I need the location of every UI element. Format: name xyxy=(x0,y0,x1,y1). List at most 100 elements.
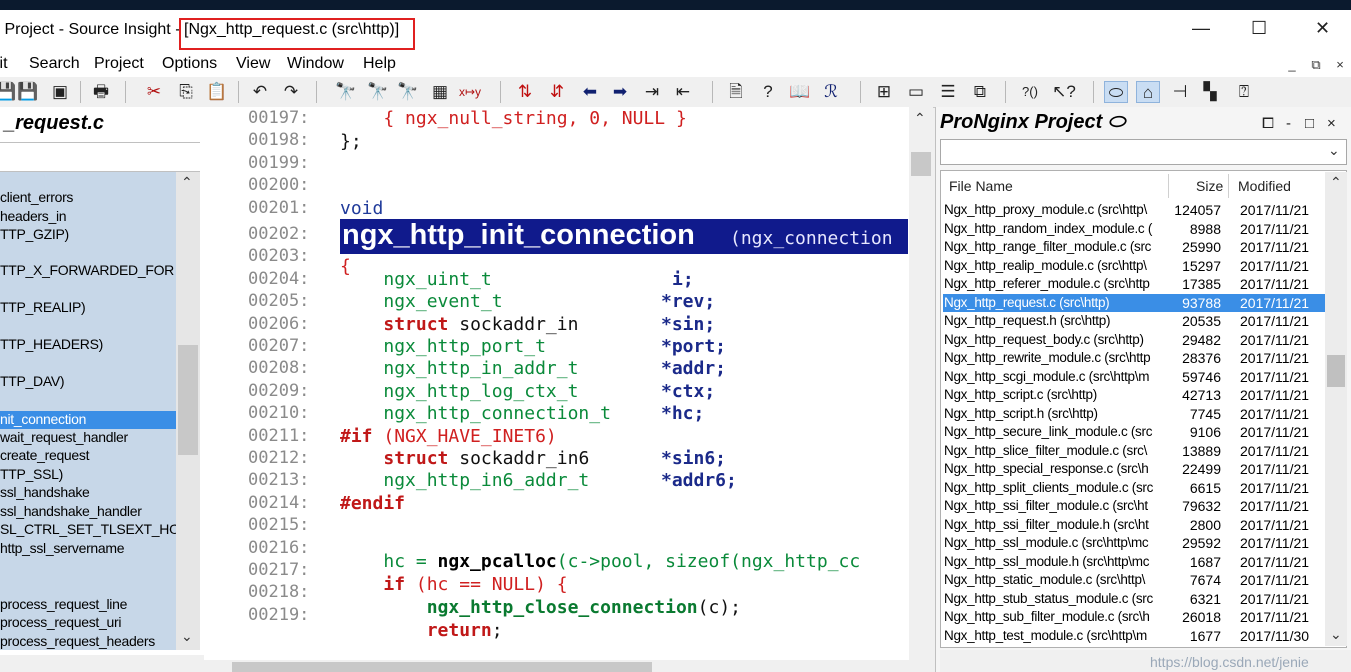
file-row-date[interactable]: 2017/11/21 xyxy=(1240,350,1309,366)
file-row-name[interactable]: Ngx_http_stub_status_module.c (src xyxy=(944,591,1168,606)
file-row-date[interactable]: 2017/11/21 xyxy=(1240,332,1309,348)
file-row-date[interactable]: 2017/11/21 xyxy=(1240,517,1309,533)
help-pointer-icon[interactable]: ↖? xyxy=(1052,81,1076,103)
file-row-size[interactable]: 13889 xyxy=(1168,443,1221,459)
file-row-size[interactable]: 42713 xyxy=(1168,387,1221,403)
close-button[interactable]: ✕ xyxy=(1315,18,1330,39)
file-row-date[interactable]: 2017/11/21 xyxy=(1240,239,1309,255)
paste-icon[interactable]: 📋 xyxy=(205,81,229,103)
mdi-minimize-button[interactable]: _ xyxy=(1282,55,1302,75)
column-size[interactable]: Size xyxy=(1196,178,1223,194)
file-row-date[interactable]: 2017/11/21 xyxy=(1240,369,1309,385)
file-row-size[interactable]: 1677 xyxy=(1168,628,1221,644)
file-row-name[interactable]: Ngx_http_sub_filter_module.c (src\h xyxy=(944,609,1168,624)
symbol-list-item[interactable]: process_request_line xyxy=(0,596,127,612)
save-all-icon[interactable]: 💾 xyxy=(16,81,40,103)
pane-minimize-button[interactable]: - xyxy=(1286,115,1291,132)
file-row-date[interactable]: 2017/11/21 xyxy=(1240,424,1309,440)
file-row-date[interactable]: 2017/11/21 xyxy=(1240,461,1309,477)
redo-icon[interactable]: ↷ xyxy=(279,81,303,103)
code-scroll-thumb[interactable] xyxy=(911,152,931,176)
file-row-date[interactable]: 2017/11/21 xyxy=(1240,535,1309,551)
file-scroll-up-icon[interactable]: ⌃ xyxy=(1330,174,1342,191)
code-vertical-scrollbar[interactable] xyxy=(909,107,933,660)
file-row-name[interactable]: Ngx_http_rewrite_module.c (src\http xyxy=(944,350,1168,365)
file-row-name[interactable]: Ngx_http_ssi_filter_module.c (src\ht xyxy=(944,498,1168,513)
menu-options[interactable]: Options xyxy=(162,55,217,73)
replace-icon[interactable]: x↦y xyxy=(458,81,482,103)
file-row-date[interactable]: 2017/11/21 xyxy=(1240,480,1309,496)
symbol-list-item[interactable]: TTP_SSL) xyxy=(0,466,63,482)
file-row-size[interactable]: 93788 xyxy=(1168,295,1221,311)
file-row-size[interactable]: 7745 xyxy=(1168,406,1221,422)
find-next-icon[interactable]: 🔭 xyxy=(396,81,420,103)
code-hscroll-thumb[interactable] xyxy=(232,662,652,672)
column-file-name[interactable]: File Name xyxy=(949,178,1013,194)
menu-view[interactable]: View xyxy=(236,55,270,73)
forward-icon[interactable]: ➡ xyxy=(608,81,632,103)
symbol-list-item[interactable]: process_request_headers xyxy=(0,633,155,649)
jump-icon[interactable]: ⇤ xyxy=(671,81,695,103)
symbol-list-item[interactable]: wait_request_handler xyxy=(0,429,128,445)
file-row-size[interactable]: 17385 xyxy=(1168,276,1221,292)
lookup-icon[interactable]: ? xyxy=(756,81,780,103)
file-row-name[interactable]: Ngx_http_script.h (src\http) xyxy=(944,406,1168,421)
symbol-list-item[interactable]: create_request xyxy=(0,447,90,463)
symbol-list-item[interactable]: headers_in xyxy=(0,208,67,224)
file-row-name[interactable]: Ngx_http_test_module.c (src\http\m xyxy=(944,628,1168,643)
symbol-list-item[interactable]: http_ssl_servername xyxy=(0,540,125,556)
symbol-scroll-up-icon[interactable]: ⌃ xyxy=(181,174,193,191)
file-row-size[interactable]: 15297 xyxy=(1168,258,1221,274)
print-icon[interactable]: 🖶 xyxy=(89,81,113,103)
file-row-date[interactable]: 2017/11/30 xyxy=(1240,628,1309,644)
file-row-name[interactable]: Ngx_http_realip_module.c (src\http\ xyxy=(944,258,1168,273)
file-row-name[interactable]: Ngx_http_request.h (src\http) xyxy=(944,313,1168,328)
file-row-size[interactable]: 1687 xyxy=(1168,554,1221,570)
context-icon[interactable]: ?() xyxy=(1018,81,1042,103)
file-row-size[interactable]: 6321 xyxy=(1168,591,1221,607)
symbol-list-item[interactable]: process_request_uri xyxy=(0,614,121,630)
symbol-list-item[interactable]: ssl_handshake_handler xyxy=(0,503,142,519)
relation-icon[interactable]: ℛ xyxy=(819,81,843,103)
cut-icon[interactable]: ✂ xyxy=(142,81,166,103)
relation-window-icon[interactable]: ⊣ xyxy=(1168,81,1192,103)
file-row-size[interactable]: 6615 xyxy=(1168,480,1221,496)
pane-close-button[interactable]: × xyxy=(1327,115,1336,132)
file-row-size[interactable]: 8988 xyxy=(1168,221,1221,237)
find-prev-icon[interactable]: 🔭 xyxy=(366,81,390,103)
file-row-name[interactable]: Ngx_http_slice_filter_module.c (src\ xyxy=(944,443,1168,458)
find-icon[interactable]: 🔭 xyxy=(334,81,358,103)
file-row-size[interactable]: 26018 xyxy=(1168,609,1221,625)
file-row-size[interactable]: 22499 xyxy=(1168,461,1221,477)
menu-help[interactable]: Help xyxy=(363,55,396,73)
file-row-size[interactable]: 59746 xyxy=(1168,369,1221,385)
symbol-list-item[interactable]: ssl_handshake xyxy=(0,484,90,500)
file-list-scrollbar[interactable] xyxy=(1325,172,1347,646)
symbol-list-item[interactable]: TTP_X_FORWARDED_FOR xyxy=(0,262,174,278)
symbol-filter-input[interactable] xyxy=(0,142,200,172)
column-modified[interactable]: Modified xyxy=(1238,178,1291,194)
file-row-date[interactable]: 2017/11/21 xyxy=(1240,554,1309,570)
file-row-date[interactable]: 2017/11/21 xyxy=(1240,295,1309,311)
file-row-size[interactable]: 20535 xyxy=(1168,313,1221,329)
layout4-icon[interactable]: ⧉ xyxy=(968,81,992,103)
symbol-list-item[interactable]: TTP_HEADERS) xyxy=(0,336,103,352)
file-row-name[interactable]: Ngx_http_ssl_module.h (src\http\mc xyxy=(944,554,1168,569)
file-row-size[interactable]: 79632 xyxy=(1168,498,1221,514)
back-icon[interactable]: ⬅ xyxy=(578,81,602,103)
file-row-size[interactable]: 28376 xyxy=(1168,350,1221,366)
maximize-button[interactable]: ☐ xyxy=(1251,18,1267,39)
mdi-restore-button[interactable]: ⧉ xyxy=(1306,55,1326,75)
file-row-date[interactable]: 2017/11/21 xyxy=(1240,276,1309,292)
undo-icon[interactable]: ↶ xyxy=(248,81,272,103)
layout1-icon[interactable]: ⊞ xyxy=(872,81,896,103)
project-filter-combo[interactable] xyxy=(940,139,1347,165)
symbol-list-item[interactable]: client_errors xyxy=(0,189,73,205)
file-row-date[interactable]: 2017/11/21 xyxy=(1240,591,1309,607)
book-icon[interactable]: 📖 xyxy=(788,81,812,103)
pane-float-button[interactable]: ⧠ xyxy=(1262,115,1274,132)
pane-maximize-button[interactable]: □ xyxy=(1305,115,1314,132)
file-list-scroll-thumb[interactable] xyxy=(1327,355,1345,387)
file-row-size[interactable]: 124057 xyxy=(1168,202,1221,218)
symbol-scroll-thumb[interactable] xyxy=(178,345,198,455)
